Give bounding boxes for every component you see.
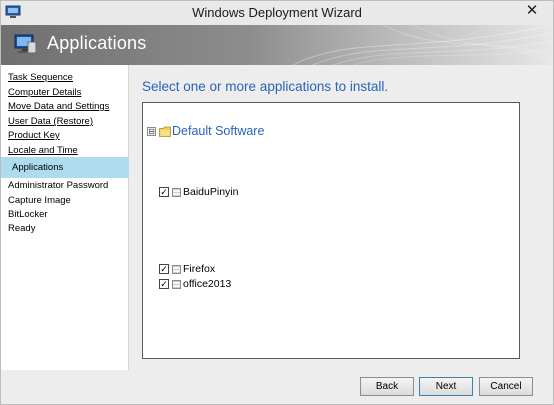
nav-item-computer-details[interactable]: Computer Details (8, 87, 81, 98)
banner-wave-graphic (293, 25, 553, 65)
title-bar: Windows Deployment Wizard ✕ (1, 1, 553, 25)
tree-item-firefox[interactable]: ✓ Firefox (159, 263, 215, 275)
nav-item-capture-image: Capture Image (8, 195, 71, 206)
nav-item-administrator-password: Administrator Password (8, 180, 109, 191)
tree-item-label[interactable]: Firefox (183, 263, 215, 275)
tree-item-label[interactable]: office2013 (183, 278, 231, 290)
computer-icon (14, 34, 37, 54)
application-icon (172, 279, 181, 289)
main-content: Select one or more applications to insta… (130, 65, 553, 370)
button-bar: Back Next Cancel (1, 370, 553, 404)
tree-group-default-software: ⊟ Default Software (147, 124, 264, 138)
close-icon[interactable]: ✕ (523, 2, 541, 20)
cancel-button[interactable]: Cancel (479, 377, 533, 396)
wizard-steps-nav: Task Sequence Computer Details Move Data… (1, 65, 129, 370)
header-banner: Applications (1, 25, 553, 65)
application-tree: ⊟ Default Software ✓ BaiduPinyin ✓ Firef… (142, 102, 520, 359)
nav-item-move-data-and-settings[interactable]: Move Data and Settings (8, 101, 109, 112)
nav-item-applications[interactable]: Applications (1, 157, 129, 178)
nav-item-bitlocker: BitLocker (8, 209, 48, 220)
application-icon (172, 187, 181, 197)
wizard-window: Windows Deployment Wizard ✕ Applications… (0, 0, 554, 405)
instruction-heading: Select one or more applications to insta… (142, 79, 389, 94)
tree-item-baidupinyin[interactable]: ✓ BaiduPinyin (159, 186, 238, 198)
tree-group-label[interactable]: Default Software (172, 124, 264, 138)
nav-item-ready: Ready (8, 223, 36, 234)
back-button[interactable]: Back (360, 377, 414, 396)
baidupinyin-checkbox[interactable]: ✓ (159, 187, 169, 197)
collapse-icon[interactable]: ⊟ (147, 126, 156, 136)
tree-item-office2013[interactable]: ✓ office2013 (159, 278, 231, 290)
nav-item-product-key[interactable]: Product Key (8, 130, 60, 141)
nav-item-task-sequence[interactable]: Task Sequence (8, 72, 73, 83)
page-title: Applications (47, 33, 147, 53)
application-icon (172, 264, 181, 274)
tree-item-label[interactable]: BaiduPinyin (183, 186, 238, 198)
nav-item-user-data-restore[interactable]: User Data (Restore) (8, 116, 93, 127)
firefox-checkbox[interactable]: ✓ (159, 264, 169, 274)
folder-icon (159, 126, 171, 137)
office2013-checkbox[interactable]: ✓ (159, 279, 169, 289)
window-title: Windows Deployment Wizard (192, 5, 362, 20)
nav-item-locale-and-time[interactable]: Locale and Time (8, 145, 78, 156)
next-button[interactable]: Next (419, 377, 473, 396)
